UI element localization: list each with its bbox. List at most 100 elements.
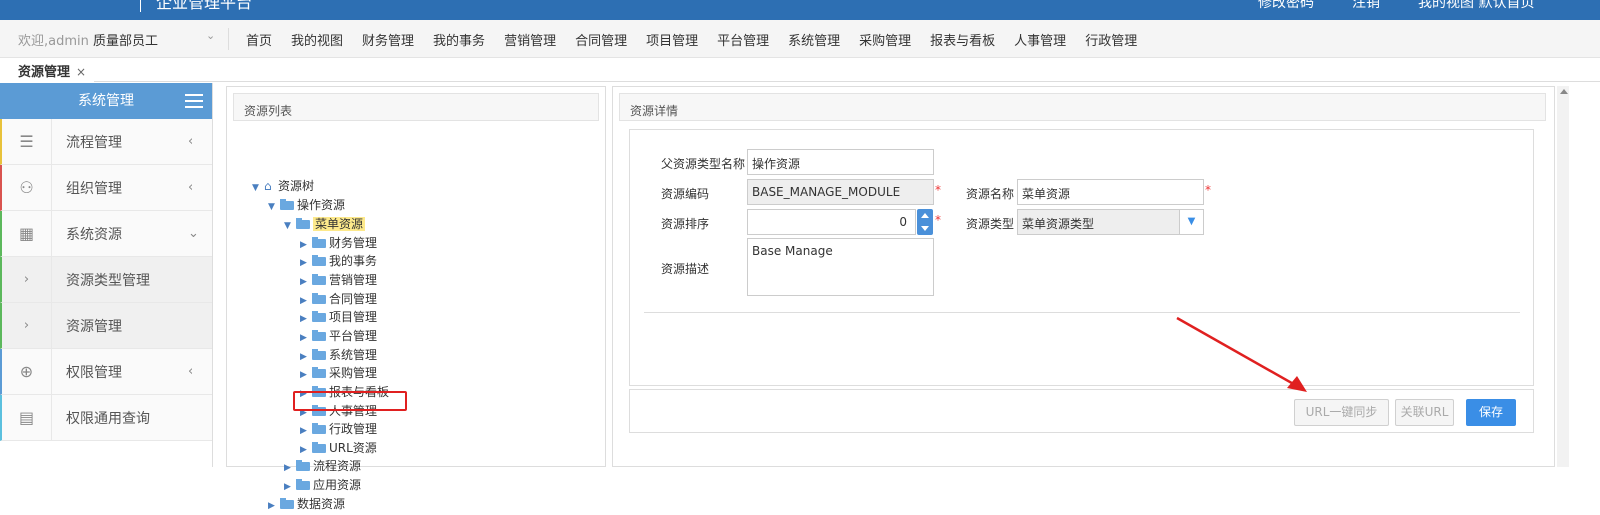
sidebar-item-system-resource[interactable]: ▦ 系统资源 ⌄ [0,210,212,257]
menu-platform[interactable]: 平台管理 [717,30,769,49]
caret-right-icon[interactable]: ▶ [300,254,310,272]
sidebar-item-permission-query[interactable]: ▤ 权限通用查询 [0,394,212,441]
sidebar-title: 系统管理 [78,93,134,109]
tree-node-label: 数据资源 [297,497,346,511]
scrollbar[interactable] [1557,86,1569,467]
menu-contract[interactable]: 合同管理 [575,30,627,49]
my-view-dropdown[interactable]: 我的视图 默认首页 [1418,0,1534,13]
desc-textarea[interactable]: Base Manage [747,238,934,296]
tree-node-menu[interactable]: ▼ 菜单资源 [284,215,366,235]
caret-down-icon[interactable]: ▼ [284,217,294,235]
tree-node-data[interactable]: ▶ 数据资源 [268,495,345,513]
url-sync-button[interactable]: URL一键同步 [1294,399,1389,426]
menu-home[interactable]: 首页 [246,30,272,49]
caret-right-icon[interactable]: ▶ [300,366,310,384]
username: admin [48,34,89,49]
tree-node-system[interactable]: ▶ 系统管理 [300,346,377,364]
tree-node-platform[interactable]: ▶ 平台管理 [300,327,377,345]
caret-down-icon[interactable]: ▼ [268,198,278,216]
tab-bar: 资源管理 × [0,58,1600,82]
panel-title: 资源详情 [619,93,1546,121]
menu-my-view[interactable]: 我的视图 [291,30,343,49]
menu-project[interactable]: 项目管理 [646,30,698,49]
tree-node-op[interactable]: ▼ 操作资源 [268,196,345,214]
order-field[interactable]: 0 [747,209,916,235]
sidebar-item-label: 权限通用查询 [66,410,150,427]
caret-right-icon[interactable]: ▶ [300,329,310,347]
menu-my-affairs[interactable]: 我的事务 [433,30,485,49]
tree-node-finance[interactable]: ▶ 财务管理 [300,234,377,252]
folder-icon [312,255,326,266]
caret-right-icon[interactable]: ▶ [300,310,310,328]
type-select[interactable]: 菜单资源类型 ▼ [1017,209,1204,235]
sidebar-item-org[interactable]: ⚇ 组织管理 ‹ [0,164,212,211]
top-menu: 首页 我的视图 财务管理 我的事务 营销管理 合同管理 项目管理 平台管理 系统… [246,30,1156,49]
tree-node-label: URL资源 [329,441,377,455]
chevron-left-icon: ‹ [188,364,194,379]
folder-icon [280,498,294,509]
change-password-link[interactable]: 修改密码 [1258,0,1314,13]
welcome-text: 欢迎,admin 质量部员工 [18,30,158,49]
resource-form: 父资源类型名称 操作资源 资源编码 BASE_MANAGE_MODULE * 资… [629,129,1534,386]
caret-right-icon[interactable]: ▶ [284,478,294,496]
logout-link[interactable]: 注销 [1352,0,1380,13]
sidebar-item-process[interactable]: ☰ 流程管理 ‹ [0,118,212,165]
tree-node-app[interactable]: ▶ 应用资源 [284,476,361,494]
tree-node-my-affairs[interactable]: ▶ 我的事务 [300,252,377,270]
tree-node-project[interactable]: ▶ 项目管理 [300,308,377,326]
tree-node-flow[interactable]: ▶ 流程资源 [284,457,361,475]
tab-resource-management[interactable]: 资源管理 × [0,58,95,82]
parent-type-field[interactable]: 操作资源 [747,149,934,175]
link-url-button[interactable]: 关联URL [1395,399,1454,426]
caret-right-icon[interactable]: ▶ [300,422,310,440]
menu-purchase[interactable]: 采购管理 [859,30,911,49]
sidebar-item-label: 权限管理 [66,364,122,381]
menu-hr[interactable]: 人事管理 [1014,30,1066,49]
sidebar-item-resource-management[interactable]: › 资源管理 [0,302,212,349]
sidebar-item-resource-type[interactable]: › 资源类型管理 [0,256,212,303]
close-icon[interactable]: × [76,65,86,79]
menu-finance[interactable]: 财务管理 [362,30,414,49]
caret-right-icon[interactable]: ▶ [284,459,294,477]
caret-right-icon[interactable]: ▶ [300,273,310,291]
resource-detail-panel: 资源详情 父资源类型名称 操作资源 资源编码 BASE_MANAGE_MODUL… [612,86,1555,467]
tree-node-marketing[interactable]: ▶ 营销管理 [300,271,377,289]
top-header: 企业管理平台 修改密码 注销 我的视图 默认首页 [0,0,1600,20]
sidebar-item-label: 资源管理 [66,318,122,335]
stepper-icon[interactable] [917,209,933,235]
tree-node-admin[interactable]: ▶ 行政管理 [300,420,377,438]
name-field[interactable]: 菜单资源 [1017,179,1204,205]
code-field[interactable]: BASE_MANAGE_MODULE [747,179,934,205]
menu-admin[interactable]: 行政管理 [1085,30,1137,49]
hamburger-icon[interactable] [185,94,203,108]
required-mark: * [1205,183,1211,197]
main-navbar: 欢迎,admin 质量部员工 ⌄ 首页 我的视图 财务管理 我的事务 营销管理 … [0,20,1600,58]
code-label: 资源编码 [661,187,710,201]
tree-node-label: 资源树 [278,179,315,193]
annotation-arrow [1176,316,1307,392]
caret-right-icon[interactable]: ▶ [268,497,278,515]
caret-down-icon[interactable]: ▼ [252,179,262,197]
chevron-down-icon[interactable]: ⌄ [206,29,215,42]
tree-node-root[interactable]: ▼ ⌂ 资源树 [252,177,314,195]
user-role: 质量部员工 [93,34,159,49]
type-select-value: 菜单资源类型 [1022,217,1095,231]
tree-node-contract[interactable]: ▶ 合同管理 [300,290,377,308]
folder-icon [312,293,326,304]
menu-system[interactable]: 系统管理 [788,30,840,49]
tree-node-url[interactable]: ▶ URL资源 [300,439,377,457]
caret-down-icon[interactable]: ▼ [1179,210,1203,234]
folder-icon [296,218,310,229]
menu-marketing[interactable]: 营销管理 [504,30,556,49]
panel-title: 资源列表 [233,93,599,121]
sidebar-item-label: 资源类型管理 [66,272,150,289]
tree-node-purchase[interactable]: ▶ 采购管理 [300,364,377,382]
menu-reports[interactable]: 报表与看板 [930,30,995,49]
sidebar: 系统管理 ☰ 流程管理 ‹ ⚇ 组织管理 ‹ ▦ 系统资源 ⌄ › 资源类型管理… [0,83,213,467]
sidebar-item-permission[interactable]: ⊕ 权限管理 ‹ [0,348,212,395]
chevron-right-icon: › [2,302,52,349]
save-button[interactable]: 保存 [1466,399,1516,426]
folder-icon [280,199,294,210]
tree-node-label: 项目管理 [329,310,378,324]
chevron-down-icon: ⌄ [188,226,199,241]
